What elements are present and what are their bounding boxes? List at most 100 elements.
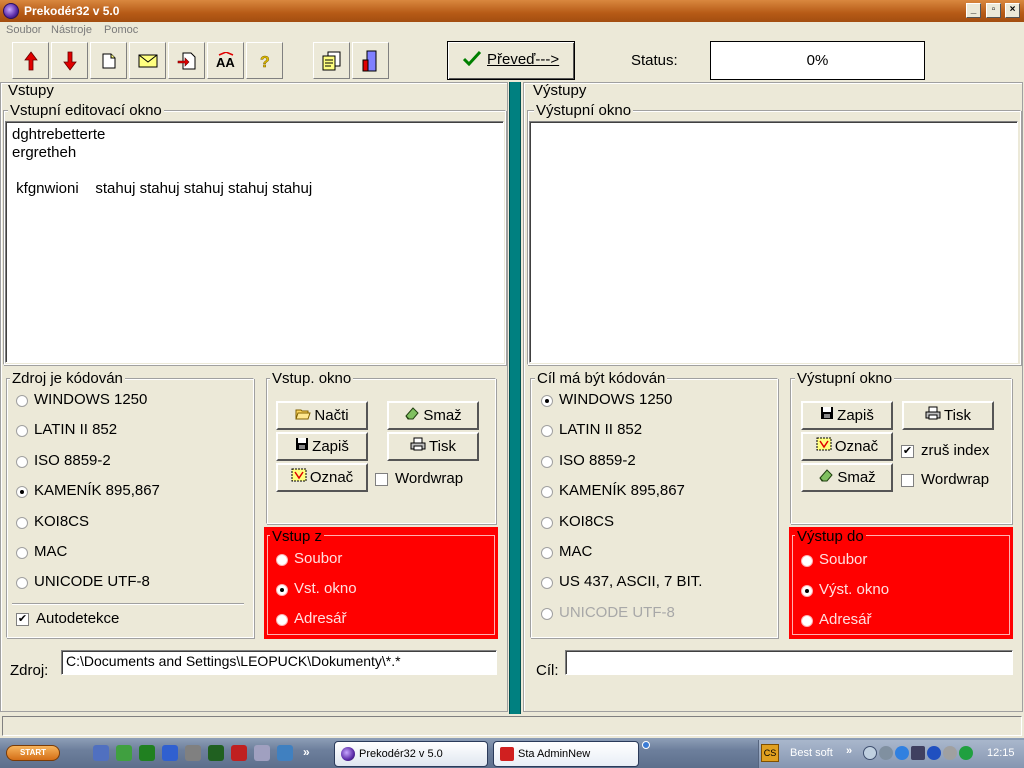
output-to-adresar[interactable]: Adresář [801,611,1001,631]
load-button[interactable]: Načti [276,401,368,430]
output-editor[interactable] [529,121,1018,363]
source-path-input[interactable]: C:\Documents and Settings\LEOPUCK\Dokume… [61,650,497,675]
autodetect-checkbox[interactable]: ✔ Autodetekce [16,610,146,630]
source-encoding-koi8cs-dot[interactable] [16,516,28,529]
restore-button[interactable]: ▫ [986,3,1001,18]
input-from-soubor-dot[interactable] [276,554,288,566]
volume-icon[interactable] [863,746,877,760]
screenshot-icon[interactable] [277,745,293,761]
output-to-adresar-dot[interactable] [801,615,813,627]
target-encoding-iso-8859-2[interactable]: ISO 8859-2 [541,452,741,472]
panel-splitter[interactable] [509,82,521,714]
source-encoding-windows-1250-dot[interactable] [16,395,28,407]
source-encoding-mac[interactable]: MAC [16,543,216,563]
security-icon[interactable] [911,746,925,760]
input-from-soubor[interactable]: Soubor [276,550,476,570]
source-encoding-koi8cs[interactable]: KOI8CS [16,513,216,533]
copy-button[interactable] [313,42,350,79]
start-button[interactable]: START [6,745,60,761]
tray-app-icon[interactable] [879,746,893,760]
select-output-button[interactable]: Označ [801,432,893,461]
move-down-button[interactable] [51,42,88,79]
save-input-button[interactable]: Zapiš [276,432,368,461]
minimize-button[interactable]: _ [966,3,981,18]
input-from-vst-okno[interactable]: Vst. okno [276,580,476,600]
target-encoding-windows-1250[interactable]: WINDOWS 1250 [541,391,741,411]
settings-tray-icon[interactable] [943,746,957,760]
autodetect-check-box[interactable]: ✔ [16,613,29,626]
font-button[interactable]: AA [207,42,244,79]
clear-output-button[interactable]: Smaž [801,463,893,492]
opera-icon[interactable] [231,745,247,761]
menu-pomoc[interactable]: Pomoc [104,24,138,36]
network-tray-icon[interactable] [895,746,909,760]
remove-index-check-box[interactable]: ✔ [901,445,914,458]
counter-icon[interactable] [208,745,224,761]
select-input-button[interactable]: Označ [276,463,368,492]
tray-overflow[interactable]: » [846,745,852,757]
task-admin[interactable]: Sta AdminNew [493,741,639,767]
quick-launch-overflow[interactable]: » [303,745,310,759]
task-prekoder[interactable]: Prekodér32 v 5.0 [334,741,488,767]
convert-button[interactable]: Převeď---> [447,41,575,80]
close-button[interactable]: × [1005,3,1020,18]
output-to-soubor[interactable]: Soubor [801,551,1001,571]
menu-soubor[interactable]: Soubor [6,24,41,36]
output-to-soubor-dot[interactable] [801,555,813,567]
source-encoding-latin-ii-852-dot[interactable] [16,425,28,438]
output-to-vyst-okno-dot[interactable] [801,585,813,597]
source-encoding-kamenik-895-867-dot[interactable] [16,486,28,499]
help-button[interactable]: ? [246,42,283,79]
update-icon[interactable] [959,746,973,760]
source-encoding-unicode-utf-8[interactable]: UNICODE UTF-8 [16,573,216,593]
output-wordwrap-check-box[interactable] [901,474,914,487]
menu-nastroje[interactable]: Nástroje [51,24,92,36]
target-encoding-mac-dot[interactable] [541,547,553,559]
source-encoding-windows-1250[interactable]: WINDOWS 1250 [16,391,216,411]
target-encoding-koi8cs-dot[interactable] [541,516,553,529]
source-encoding-iso-8859-2[interactable]: ISO 8859-2 [16,452,216,472]
tools-icon[interactable] [185,745,201,761]
target-encoding-mac[interactable]: MAC [541,543,741,563]
refresh-icon[interactable] [116,745,132,761]
target-encoding-kamenik-895-867[interactable]: KAMENÍK 895,867 [541,482,741,502]
cs-tray-icon[interactable]: CS [761,744,779,762]
settings-icon[interactable] [254,745,270,761]
media-player-icon[interactable] [93,745,109,761]
source-encoding-latin-ii-852[interactable]: LATIN II 852 [16,421,216,441]
input-from-adresar[interactable]: Adresář [276,610,476,630]
new-document-button[interactable] [90,42,127,79]
clear-input-button[interactable]: Smaž [387,401,479,430]
target-encoding-latin-ii-852-dot[interactable] [541,425,553,438]
exit-button[interactable] [352,42,389,79]
source-encoding-unicode-utf-8-dot[interactable] [16,577,28,590]
save-output-button[interactable]: Zapiš [801,401,893,430]
input-from-vst-okno-dot[interactable] [276,584,288,596]
target-encoding-us-437-ascii-7-bit[interactable]: US 437, ASCII, 7 BIT. [541,573,741,593]
mail-button[interactable] [129,42,166,79]
target-encoding-iso-8859-2-dot[interactable] [541,455,553,468]
input-from-adresar-dot[interactable] [276,614,288,626]
import-button[interactable] [168,42,205,79]
target-encoding-windows-1250-dot[interactable] [541,395,553,407]
messenger-icon[interactable] [927,746,941,760]
tray-text[interactable]: Best soft [790,747,833,759]
target-encoding-latin-ii-852[interactable]: LATIN II 852 [541,421,741,441]
input-editor[interactable]: dghtrebetterte ergretheh kfgnwioni stahu… [5,121,504,363]
input-wordwrap-check-box[interactable] [375,473,388,486]
source-encoding-iso-8859-2-dot[interactable] [16,455,28,468]
output-wordwrap-checkbox[interactable]: Wordwrap [901,471,1011,491]
input-wordwrap-checkbox[interactable]: Wordwrap [375,470,490,490]
target-encoding-kamenik-895-867-dot[interactable] [541,486,553,499]
print-output-button[interactable]: Tisk [902,401,994,430]
source-encoding-kamenik-895-867[interactable]: KAMENÍK 895,867 [16,482,216,502]
target-encoding-koi8cs[interactable]: KOI8CS [541,513,741,533]
target-path-input[interactable] [565,650,1013,675]
remove-index-checkbox[interactable]: ✔ zruš index [901,442,1011,462]
app-icon[interactable] [3,3,19,19]
print-input-button[interactable]: Tisk [387,432,479,461]
move-up-button[interactable] [12,42,49,79]
firefox-icon[interactable] [162,745,178,761]
source-encoding-mac-dot[interactable] [16,547,28,559]
network-icon[interactable] [139,745,155,761]
